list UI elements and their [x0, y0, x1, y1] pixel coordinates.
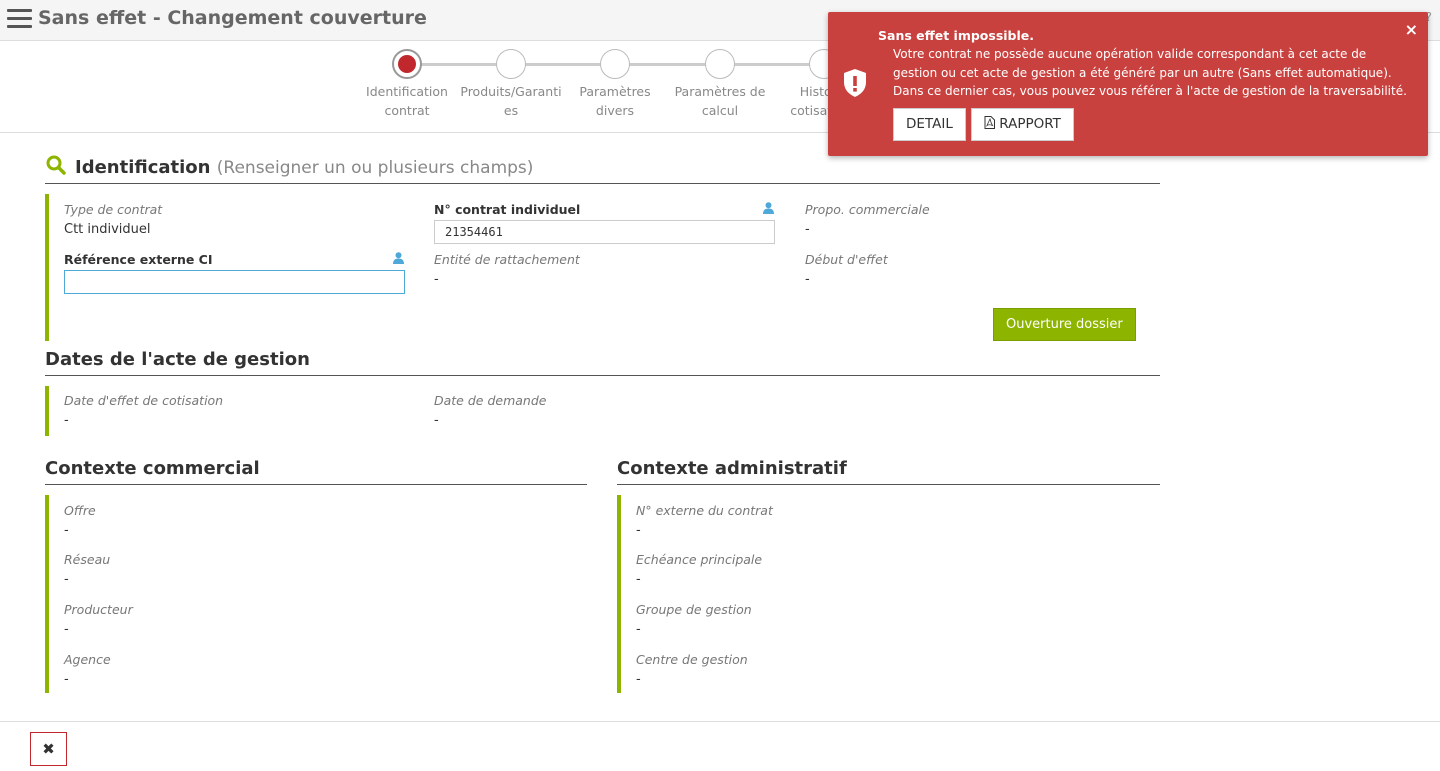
identification-heading: Identification (Renseigner un ou plusieu… [45, 155, 1160, 184]
identification-block: Type de contrat Ctt individuel N° contra… [45, 194, 1160, 341]
step-identification-contrat[interactable]: Identification contrat [355, 49, 459, 120]
step-label: Identification [366, 84, 448, 99]
entite-label: Entité de rattachement [434, 252, 580, 267]
dates-block: Date d'effet de cotisation - Date de dem… [45, 386, 1160, 436]
toast-message-line: Votre contrat ne possède aucune opératio… [893, 47, 1367, 61]
ref-externe-label: Référence externe CI [64, 252, 213, 267]
date-effet-value: - [64, 413, 69, 428]
groupe-gestion-label: Groupe de gestion [636, 602, 752, 617]
debut-effet-value: - [805, 272, 810, 287]
section-subtitle: (Renseigner un ou plusieurs champs) [216, 158, 534, 178]
toast-title: Sans effet impossible. [878, 28, 1035, 43]
main-content: Identification (Renseigner un ou plusieu… [45, 155, 1160, 698]
type-contrat-value: Ctt individuel [64, 222, 151, 237]
agence-label: Agence [64, 652, 111, 667]
error-toast: Sans effet impossible. Votre contrat ne … [828, 12, 1428, 156]
echeance-value: - [636, 572, 641, 587]
step-label: Paramètres [579, 84, 651, 99]
rapport-button[interactable]: RAPPORT [971, 108, 1074, 141]
commercial-block: Offre - Réseau - Producteur - Agence - [45, 495, 587, 693]
num-contrat-input[interactable]: 21354461 [434, 220, 775, 244]
reseau-value: - [64, 572, 69, 587]
step-produits-garanties[interactable]: Produits/Garanti es [459, 49, 563, 120]
step-parametres-divers[interactable]: Paramètres divers [563, 49, 667, 120]
step-label: calcul [701, 103, 739, 118]
toast-message-line: gestion ou cet acte de gestion a été gén… [893, 65, 1392, 80]
propo-commerciale-label: Propo. commerciale [805, 202, 930, 217]
offre-value: - [64, 523, 69, 538]
close-button[interactable]: ✖ [30, 732, 67, 766]
close-icon[interactable]: × [1405, 20, 1418, 39]
producteur-label: Producteur [64, 602, 133, 617]
page-title: Sans effet - Changement couverture [38, 7, 427, 29]
administratif-block: N° externe du contrat - Echéance principa… [617, 495, 1160, 693]
step-label: Produits/Garanti [460, 84, 562, 99]
num-externe-label: N° externe du contrat [636, 503, 773, 518]
groupe-gestion-value: - [636, 622, 641, 637]
ref-externe-input[interactable] [64, 270, 405, 294]
commercial-heading: Contexte commercial [45, 458, 587, 485]
debut-effet-label: Début d'effet [805, 252, 888, 267]
shield-alert-icon [844, 69, 866, 97]
pdf-file-icon [984, 116, 995, 129]
administratif-heading: Contexte administratif [617, 458, 1160, 485]
toast-message: Votre contrat ne possède aucune opératio… [893, 45, 1413, 101]
search-icon [46, 155, 66, 175]
agence-value: - [64, 672, 69, 687]
date-demande-label: Date de demande [434, 393, 547, 408]
step-active-indicator [392, 49, 422, 79]
offre-label: Offre [64, 503, 96, 518]
entite-value: - [434, 272, 439, 287]
reseau-label: Réseau [64, 552, 111, 567]
step-indicator [496, 49, 526, 79]
step-indicator [600, 49, 630, 79]
echeance-label: Echéance principale [636, 552, 763, 567]
dates-heading: Dates de l'acte de gestion [45, 349, 1160, 376]
close-icon: ✖ [42, 740, 55, 758]
step-label: Paramètres de [674, 84, 766, 99]
detail-button[interactable]: DETAIL [893, 108, 966, 141]
producteur-value: - [64, 622, 69, 637]
section-title: Identification [75, 157, 211, 178]
step-label: divers [595, 103, 635, 118]
type-contrat-label: Type de contrat [64, 202, 163, 217]
step-label: es [503, 103, 519, 118]
propo-commerciale-value: - [805, 222, 810, 237]
centre-gestion-label: Centre de gestion [636, 652, 748, 667]
step-indicator [705, 49, 735, 79]
person-icon[interactable] [393, 252, 404, 267]
step-label: contrat [384, 103, 430, 118]
footer-divider [0, 721, 1440, 722]
ouverture-dossier-button[interactable]: Ouverture dossier [993, 308, 1136, 341]
toast-message-line: Dans ce dernier cas, vous pouvez vous ré… [893, 84, 1407, 98]
person-icon[interactable] [763, 202, 774, 217]
step-parametres-calcul[interactable]: Paramètres de calcul [668, 49, 772, 120]
num-externe-value: - [636, 523, 641, 538]
num-contrat-label: N° contrat individuel [434, 202, 581, 217]
date-effet-label: Date d'effet de cotisation [64, 393, 224, 408]
rapport-label: RAPPORT [999, 116, 1061, 132]
centre-gestion-value: - [636, 672, 641, 687]
menu-icon[interactable] [7, 9, 32, 31]
date-demande-value: - [434, 413, 439, 428]
